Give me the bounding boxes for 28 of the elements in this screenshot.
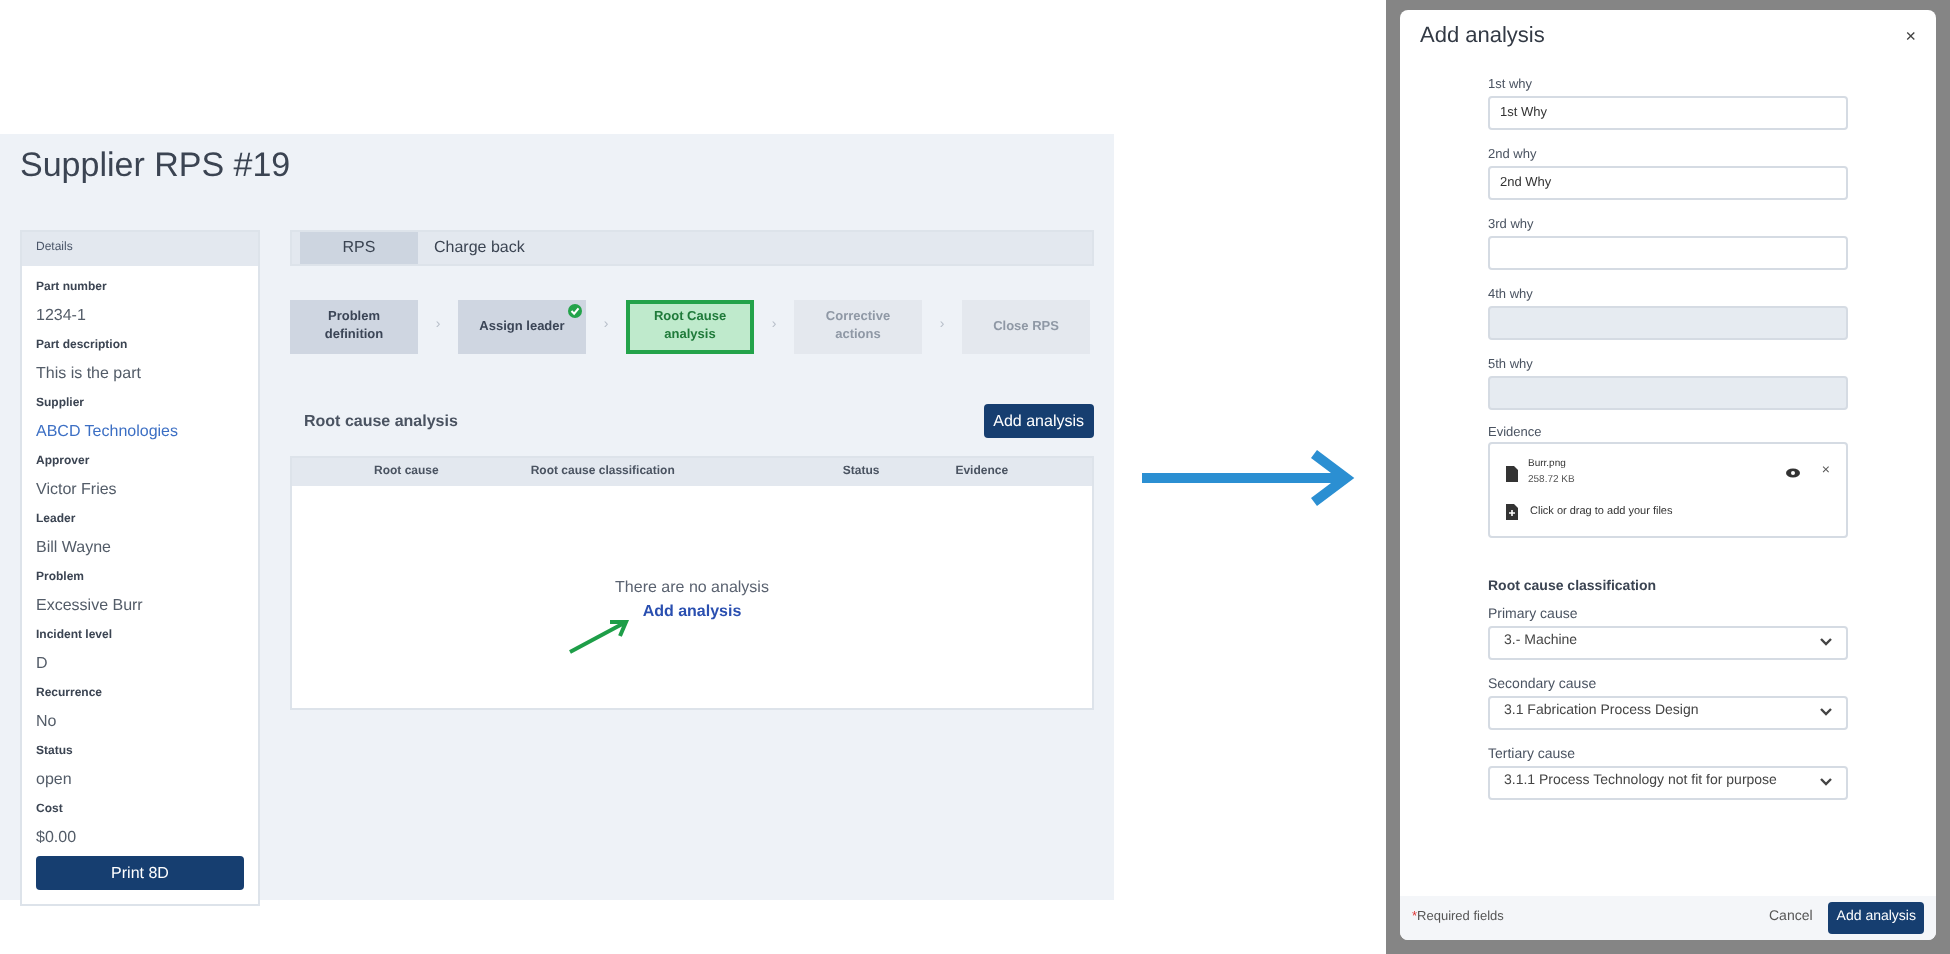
file-icon: [1506, 465, 1518, 481]
field-value: This is the part: [36, 362, 143, 386]
why-input[interactable]: [1488, 236, 1848, 270]
pointer-arrow-icon: [566, 616, 634, 656]
add-file-icon: [1506, 504, 1518, 521]
field-value: open: [36, 768, 74, 792]
page-title: Supplier RPS #19: [20, 144, 293, 184]
field-value: Victor Fries: [36, 478, 119, 502]
section-title: Root cause analysis: [304, 409, 458, 433]
dialog-title: Add analysis: [1420, 22, 1545, 53]
chevron-down-icon: [1820, 778, 1832, 786]
field-value: Bill Wayne: [36, 536, 113, 560]
add-analysis-button[interactable]: Add analysis: [983, 404, 1094, 438]
tab[interactable]: Charge back: [418, 232, 541, 264]
tab[interactable]: RPS: [300, 232, 418, 264]
chevron-down-icon: [1820, 708, 1832, 716]
field-value: 1234-1: [36, 304, 88, 328]
eye-icon[interactable]: [1785, 468, 1800, 478]
field-value: $0.00: [36, 826, 79, 850]
supplier-link[interactable]: ABCD Technologies: [36, 420, 244, 444]
print-button[interactable]: Print 8D: [36, 856, 244, 890]
add-analysis-link[interactable]: Add analysis: [642, 600, 742, 624]
empty-message: There are no analysis: [615, 576, 769, 600]
close-button[interactable]: ×: [1905, 23, 1916, 51]
field-value: D: [36, 652, 50, 676]
field-value: No: [36, 710, 59, 734]
field-value: Excessive Burr: [36, 594, 145, 618]
chevron-down-icon: [1820, 638, 1832, 646]
